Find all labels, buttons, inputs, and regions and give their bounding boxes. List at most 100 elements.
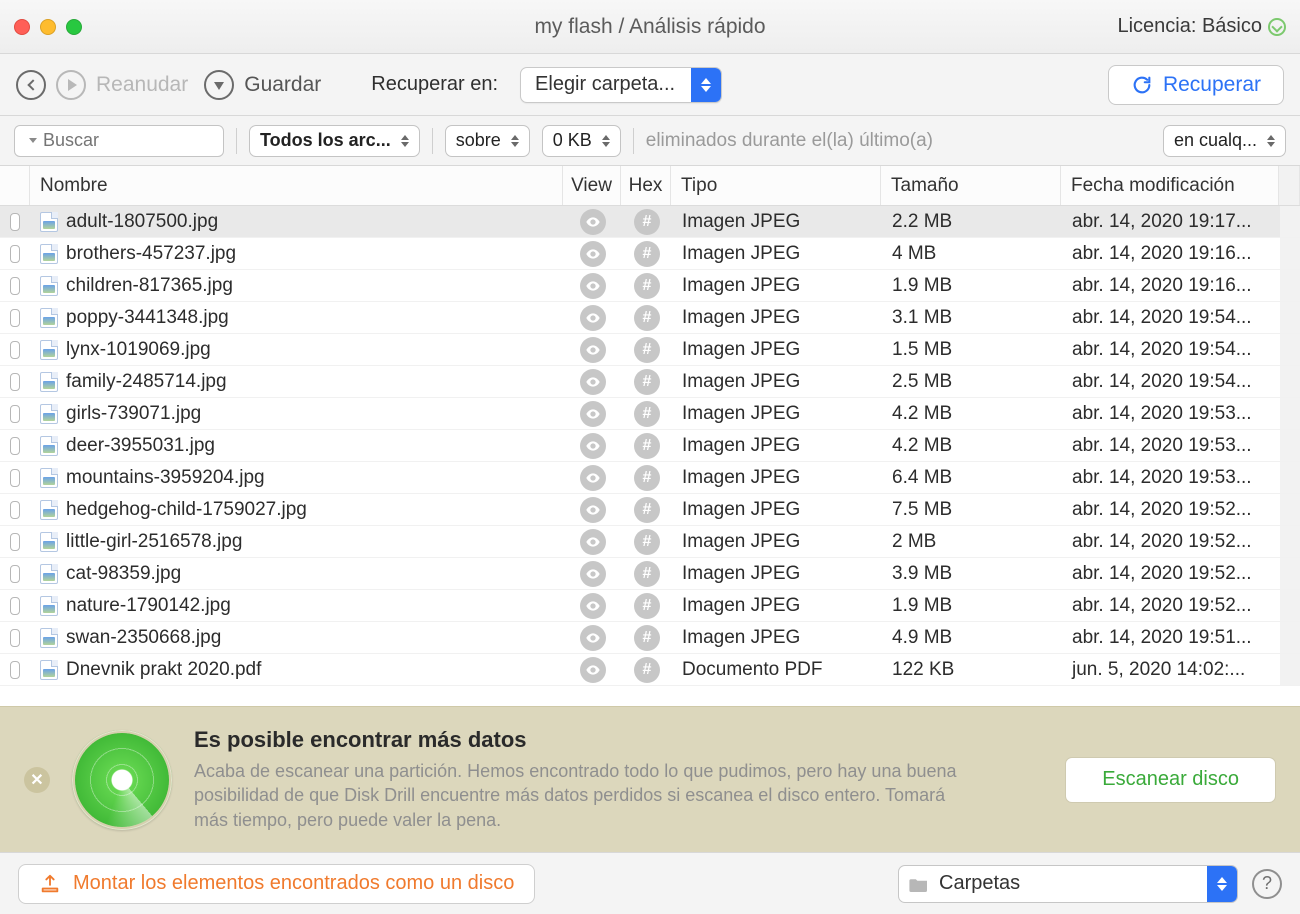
search-input[interactable] <box>43 130 275 151</box>
col-checkbox[interactable] <box>0 166 30 205</box>
resume-button[interactable] <box>56 70 86 100</box>
col-type[interactable]: Tipo <box>671 166 881 205</box>
window-zoom-button[interactable] <box>66 19 82 35</box>
row-hex[interactable]: # <box>622 238 672 269</box>
row-size: 1.9 MB <box>882 270 1062 301</box>
row-type: Imagen JPEG <box>672 334 882 365</box>
row-hex[interactable]: # <box>622 622 672 653</box>
row-checkbox[interactable] <box>0 334 30 365</box>
row-checkbox[interactable] <box>0 494 30 525</box>
row-hex[interactable]: # <box>622 366 672 397</box>
row-preview[interactable] <box>564 206 622 237</box>
hash-icon: # <box>634 209 660 235</box>
row-name-cell: hedgehog-child-1759027.jpg <box>30 494 564 525</box>
row-name-cell: girls-739071.jpg <box>30 398 564 429</box>
recover-button[interactable]: Recuperar <box>1108 65 1284 105</box>
row-checkbox[interactable] <box>0 238 30 269</box>
row-hex[interactable]: # <box>622 270 672 301</box>
table-row[interactable]: mountains-3959204.jpg#Imagen JPEG6.4 MBa… <box>0 462 1300 494</box>
row-preview[interactable] <box>564 366 622 397</box>
row-hex[interactable]: # <box>622 526 672 557</box>
table-row[interactable]: swan-2350668.jpg#Imagen JPEG4.9 MBabr. 1… <box>0 622 1300 654</box>
table-row[interactable]: adult-1807500.jpg#Imagen JPEG2.2 MBabr. … <box>0 206 1300 238</box>
table-row[interactable]: nature-1790142.jpg#Imagen JPEG1.9 MBabr.… <box>0 590 1300 622</box>
table-row[interactable]: poppy-3441348.jpg#Imagen JPEG3.1 MBabr. … <box>0 302 1300 334</box>
table-row[interactable]: cat-98359.jpg#Imagen JPEG3.9 MBabr. 14, … <box>0 558 1300 590</box>
col-name[interactable]: Nombre <box>30 166 563 205</box>
row-checkbox[interactable] <box>0 302 30 333</box>
row-preview[interactable] <box>564 558 622 589</box>
row-hex[interactable]: # <box>622 590 672 621</box>
scan-disk-button[interactable]: Escanear disco <box>1065 757 1276 803</box>
row-date: abr. 14, 2020 19:16... <box>1062 238 1280 269</box>
row-hex[interactable]: # <box>622 462 672 493</box>
row-hex[interactable]: # <box>622 430 672 461</box>
table-row[interactable]: lynx-1019069.jpg#Imagen JPEG1.5 MBabr. 1… <box>0 334 1300 366</box>
row-checkbox[interactable] <box>0 558 30 589</box>
time-filter-select[interactable]: en cualq... <box>1163 125 1286 157</box>
help-button[interactable]: ? <box>1252 869 1282 899</box>
window-minimize-button[interactable] <box>40 19 56 35</box>
table-row[interactable]: little-girl-2516578.jpg#Imagen JPEG2 MBa… <box>0 526 1300 558</box>
row-type: Imagen JPEG <box>672 590 882 621</box>
row-checkbox[interactable] <box>0 622 30 653</box>
row-hex[interactable]: # <box>622 206 672 237</box>
table-row[interactable]: brothers-457237.jpg#Imagen JPEG4 MBabr. … <box>0 238 1300 270</box>
table-row[interactable]: girls-739071.jpg#Imagen JPEG4.2 MBabr. 1… <box>0 398 1300 430</box>
row-preview[interactable] <box>564 462 622 493</box>
row-preview[interactable] <box>564 270 622 301</box>
back-button[interactable] <box>16 70 46 100</box>
eye-icon <box>580 209 606 235</box>
row-checkbox[interactable] <box>0 398 30 429</box>
table-row[interactable]: deer-3955031.jpg#Imagen JPEG4.2 MBabr. 1… <box>0 430 1300 462</box>
row-preview[interactable] <box>564 654 622 685</box>
table-row[interactable]: hedgehog-child-1759027.jpg#Imagen JPEG7.… <box>0 494 1300 526</box>
license-menu[interactable]: Licencia: Básico <box>1117 15 1286 38</box>
row-checkbox[interactable] <box>0 366 30 397</box>
row-checkbox[interactable] <box>0 590 30 621</box>
table-row[interactable]: Dnevnik prakt 2020.pdf#Documento PDF122 … <box>0 654 1300 686</box>
row-checkbox[interactable] <box>0 526 30 557</box>
size-mode-select[interactable]: sobre <box>445 125 530 157</box>
row-checkbox[interactable] <box>0 206 30 237</box>
mount-button[interactable]: Montar los elementos encontrados como un… <box>18 864 535 904</box>
row-preview[interactable] <box>564 334 622 365</box>
window-close-button[interactable] <box>14 19 30 35</box>
row-preview[interactable] <box>564 622 622 653</box>
row-checkbox[interactable] <box>0 430 30 461</box>
col-size[interactable]: Tamaño <box>881 166 1061 205</box>
folder-icon <box>899 866 939 902</box>
destination-folder-select[interactable]: Elegir carpeta... <box>520 67 722 103</box>
row-preview[interactable] <box>564 238 622 269</box>
hash-icon: # <box>634 657 660 683</box>
view-mode-select[interactable]: Carpetas <box>898 865 1238 903</box>
search-input-wrap[interactable] <box>14 125 224 157</box>
row-preview[interactable] <box>564 590 622 621</box>
col-view[interactable]: View <box>563 166 621 205</box>
row-date: abr. 14, 2020 19:52... <box>1062 590 1280 621</box>
file-icon <box>40 340 58 360</box>
row-hex[interactable]: # <box>622 334 672 365</box>
row-preview[interactable] <box>564 430 622 461</box>
row-checkbox[interactable] <box>0 462 30 493</box>
row-hex[interactable]: # <box>622 398 672 429</box>
row-preview[interactable] <box>564 526 622 557</box>
save-button[interactable] <box>204 70 234 100</box>
size-value-select[interactable]: 0 KB <box>542 125 621 157</box>
col-date[interactable]: Fecha modificación <box>1061 166 1279 205</box>
col-hex[interactable]: Hex <box>621 166 671 205</box>
row-hex[interactable]: # <box>622 558 672 589</box>
row-preview[interactable] <box>564 398 622 429</box>
type-filter-select[interactable]: Todos los arc... <box>249 125 420 157</box>
table-row[interactable]: children-817365.jpg#Imagen JPEG1.9 MBabr… <box>0 270 1300 302</box>
row-preview[interactable] <box>564 302 622 333</box>
refresh-icon <box>1131 74 1153 96</box>
row-hex[interactable]: # <box>622 654 672 685</box>
row-checkbox[interactable] <box>0 654 30 685</box>
row-checkbox[interactable] <box>0 270 30 301</box>
row-hex[interactable]: # <box>622 302 672 333</box>
row-hex[interactable]: # <box>622 494 672 525</box>
row-preview[interactable] <box>564 494 622 525</box>
table-row[interactable]: family-2485714.jpg#Imagen JPEG2.5 MBabr.… <box>0 366 1300 398</box>
banner-close-button[interactable]: ✕ <box>24 767 50 793</box>
